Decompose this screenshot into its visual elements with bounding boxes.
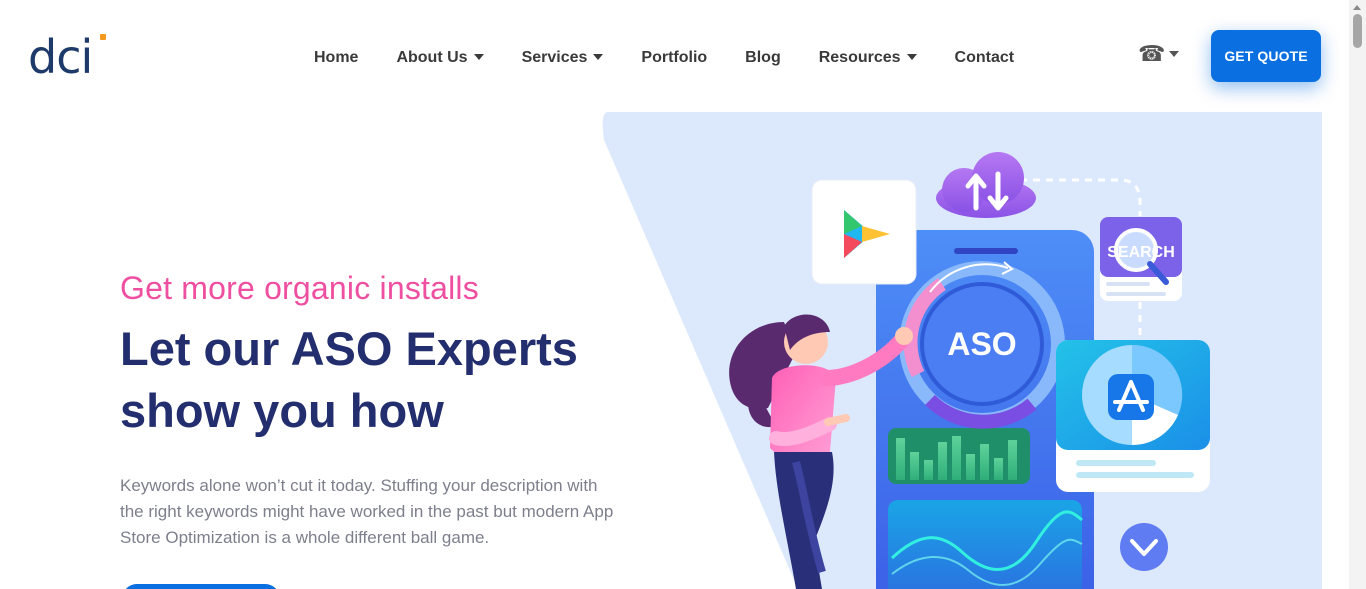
nav-item-label: Home — [314, 49, 359, 66]
phone-speaker — [954, 248, 1018, 254]
get-quote-button[interactable]: GET QUOTE — [1211, 30, 1321, 82]
chevron-down-icon — [1169, 51, 1180, 57]
page: dci Home About Us Services Portfolio Blo… — [0, 0, 1366, 589]
nav-item-label: Blog — [745, 49, 781, 66]
main-nav: Home About Us Services Portfolio Blog Re… — [314, 46, 1052, 70]
nav-item-label: Resources — [818, 49, 901, 66]
nav-item-portfolio[interactable]: Portfolio — [641, 49, 707, 67]
aso-label: ASO — [947, 326, 1016, 362]
hero-cta-button[interactable] — [122, 584, 280, 589]
chevron-down-icon — [1120, 523, 1168, 571]
nav-item-label: About Us — [396, 49, 468, 66]
search-card: SEARCH — [1100, 217, 1182, 301]
nav-item-about-us[interactable]: About Us — [396, 49, 484, 67]
hero-tagline: Get more organic installs — [120, 270, 479, 306]
nav-item-home[interactable]: Home — [314, 49, 358, 67]
app-store-card — [1056, 340, 1210, 492]
nav-item-blog[interactable]: Blog — [745, 49, 781, 67]
nav-item-label: Contact — [954, 49, 1015, 66]
scrollbar-thumb[interactable] — [1353, 14, 1362, 48]
nav-item-resources[interactable]: Resources — [819, 49, 917, 67]
dci-logo[interactable]: dci — [28, 30, 106, 84]
phone-dropdown[interactable]: ☎ — [1138, 42, 1180, 67]
google-play-icon — [811, 179, 917, 285]
logo-dot — [100, 34, 106, 40]
page-scrollbar[interactable] — [1349, 0, 1366, 589]
hero-description: Keywords alone won’t cut it today. Stuff… — [120, 476, 614, 547]
chevron-down-icon — [593, 54, 604, 60]
nav-item-contact[interactable]: Contact — [955, 49, 1015, 67]
aso-illustration: ASO SEARCH — [602, 112, 1322, 589]
scroll-up-icon[interactable] — [1353, 5, 1361, 10]
chevron-down-icon — [906, 54, 917, 60]
logo-text: dci — [28, 30, 93, 84]
wave-chart-card — [888, 500, 1082, 589]
nav-item-services[interactable]: Services — [522, 49, 604, 67]
search-label: SEARCH — [1107, 244, 1175, 261]
nav-item-label: Portfolio — [641, 49, 708, 66]
hero-headline: Let our ASO Experts show you how — [120, 322, 578, 437]
nav-item-label: Services — [521, 49, 588, 66]
chevron-down-icon — [473, 54, 484, 60]
phone-icon: ☎ — [1138, 42, 1166, 67]
